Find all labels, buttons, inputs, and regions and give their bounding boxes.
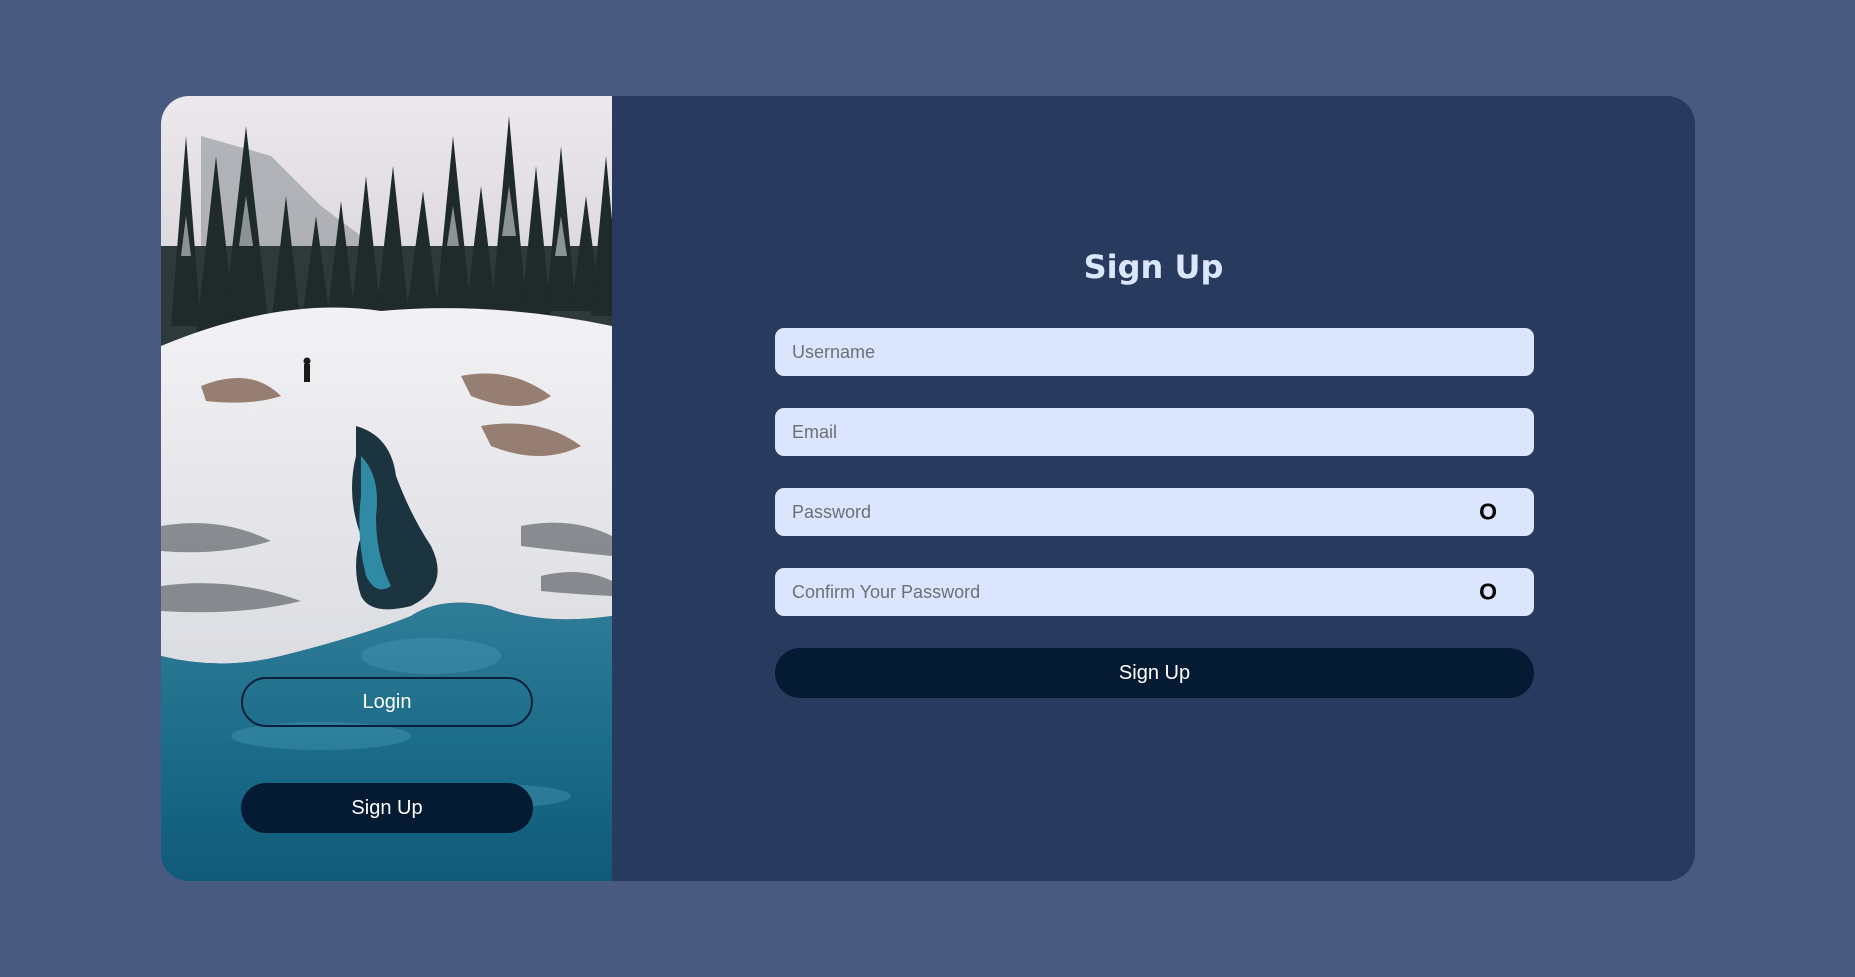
snowy-river-landscape-image [161, 96, 612, 881]
login-button[interactable]: Login [241, 677, 533, 727]
side-signup-button[interactable]: Sign Up [241, 783, 533, 833]
username-input[interactable] [775, 328, 1534, 376]
password-input[interactable] [775, 488, 1534, 536]
password-visibility-toggle-icon[interactable]: O [1479, 499, 1497, 526]
username-field-wrapper [775, 328, 1534, 376]
signup-card: Login Sign Up Sign Up O O Sign Up [161, 96, 1695, 881]
password-field-wrapper: O [775, 488, 1534, 536]
signup-submit-button[interactable]: Sign Up [775, 648, 1534, 698]
email-field-wrapper [775, 408, 1534, 456]
signup-form: Sign Up O O Sign Up [612, 96, 1695, 881]
confirm-password-visibility-toggle-icon[interactable]: O [1479, 579, 1497, 606]
email-input[interactable] [775, 408, 1534, 456]
photo-panel: Login Sign Up [161, 96, 612, 881]
confirm-password-input[interactable] [775, 568, 1534, 616]
form-title: Sign Up [1083, 248, 1224, 286]
confirm-password-field-wrapper: O [775, 568, 1534, 616]
